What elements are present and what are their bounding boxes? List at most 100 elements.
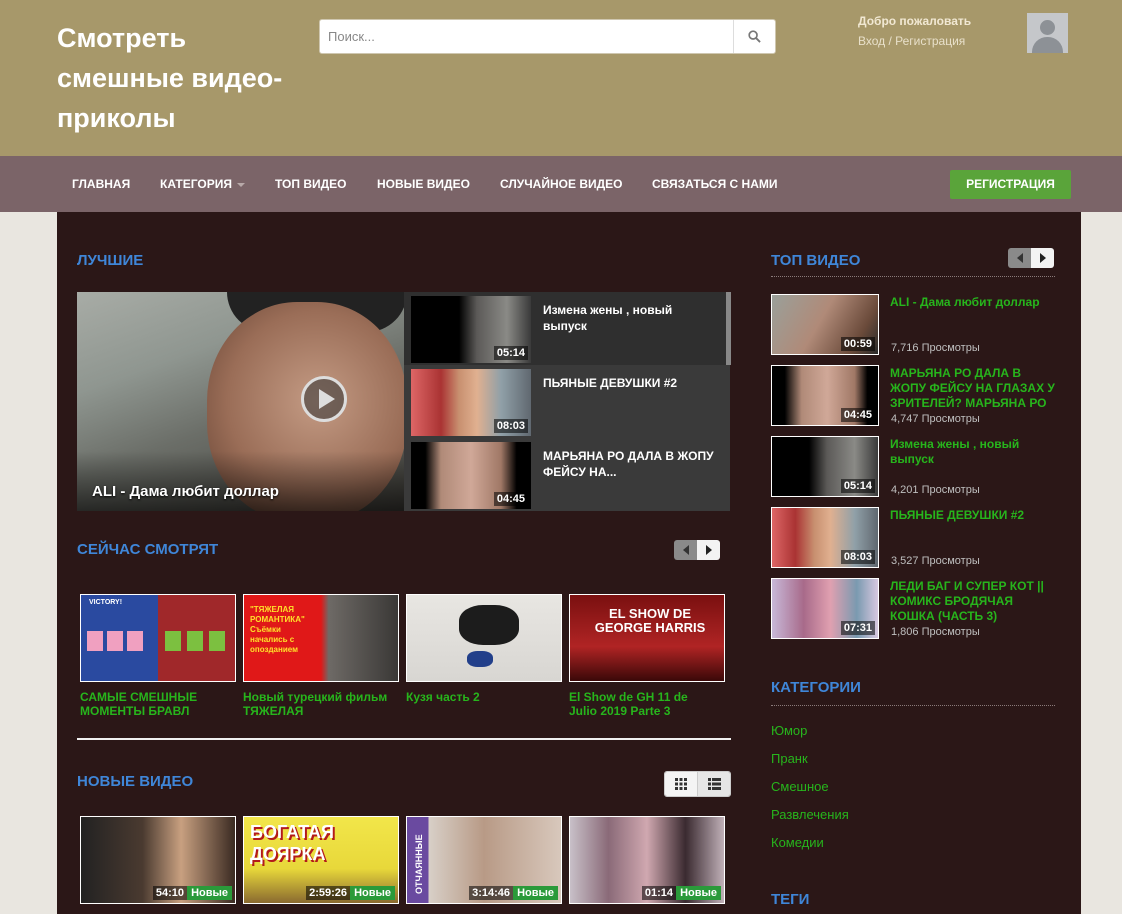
video-thumbnail[interactable]: 04:45 (411, 442, 531, 509)
list-icon (707, 778, 721, 790)
duration-badge: 01:14 (641, 886, 676, 900)
section-title-watching: СЕЙЧАС СМОТРЯТ (77, 541, 219, 558)
duration-badge: 2:59:26 (306, 886, 350, 900)
video-title[interactable]: ПЬЯНЫЕ ДЕВУШКИ #2 (543, 375, 718, 391)
video-title[interactable]: Новый турецкий фильм ТЯЖЕЛАЯ (243, 690, 393, 718)
video-title[interactable]: МАРЬЯНА РО ДАЛА В ЖОПУ ФЕЙСУ НА... (543, 448, 718, 480)
duration-badge: 07:31 (840, 621, 875, 635)
search-input[interactable] (320, 20, 733, 53)
arrow-right-icon (705, 545, 712, 555)
category-link[interactable]: Пранк (771, 751, 808, 766)
grid-view-button[interactable] (665, 772, 697, 796)
video-thumbnail[interactable]: 54:10 Новые (80, 816, 236, 904)
video-thumbnail[interactable]: ОТЧАЯННЫЕ 3:14:46 Новые (406, 816, 562, 904)
search-button[interactable] (733, 20, 775, 53)
nav-item-category[interactable]: КАТЕГОРИЯ (160, 177, 245, 191)
site-title[interactable]: Смотреть смешные видео-приколы (57, 18, 307, 138)
section-title-new-videos: НОВЫЕ ВИДЕО (77, 773, 194, 790)
video-thumbnail[interactable]: 04:45 (771, 365, 879, 426)
nav-item-random-video[interactable]: СЛУЧАЙНОЕ ВИДЕО (500, 177, 623, 191)
video-title[interactable]: САМЫЕ СМЕШНЫЕ МОМЕНТЫ БРАВЛ (80, 690, 230, 718)
nav-item-home[interactable]: ГЛАВНАЯ (72, 177, 130, 191)
video-thumbnail[interactable]: 05:14 (411, 296, 531, 363)
video-thumbnail[interactable]: "ТЯЖЕЛАЯ РОМАНТИКА" Съёмки начались с оп… (243, 594, 399, 682)
grid-icon (675, 778, 687, 790)
featured-video[interactable]: ALI - Дама любит доллар (77, 292, 404, 511)
duration-badge: 08:03 (840, 550, 875, 564)
video-thumbnail[interactable]: 01:14 Новые (569, 816, 725, 904)
video-title[interactable]: ЛЕДИ БАГ И СУПЕР КОТ || КОМИКС БРОДЯЧАЯ … (890, 579, 1058, 624)
next-button[interactable] (697, 540, 720, 560)
duration-badge: 08:03 (493, 419, 528, 433)
category-link[interactable]: Развлечения (771, 807, 849, 822)
video-title[interactable]: Измена жены , новый выпуск (543, 302, 718, 334)
search-icon (748, 30, 761, 43)
nav-item-contact[interactable]: СВЯЗАТЬСЯ С НАМИ (652, 177, 777, 191)
video-title[interactable]: Кузя часть 2 (406, 690, 556, 704)
video-title[interactable]: ПЬЯНЫЕ ДЕВУШКИ #2 (890, 508, 1058, 523)
video-title[interactable]: Измена жены , новый выпуск (890, 437, 1058, 467)
register-button[interactable]: РЕГИСТРАЦИЯ (950, 170, 1071, 199)
duration-badge: 04:45 (840, 408, 875, 422)
video-thumbnail[interactable]: VICTORY! (80, 594, 236, 682)
thumbnail-overlay-text: VICTORY! (89, 599, 123, 606)
view-count: 4,201 Просмотры (891, 484, 980, 496)
view-toggle (664, 771, 731, 797)
site-header: Смотреть смешные видео-приколы Добро пож… (0, 0, 1122, 156)
new-badge: Новые (350, 886, 395, 900)
divider (771, 276, 1055, 277)
video-thumbnail[interactable]: 07:31 (771, 578, 879, 639)
nav-item-new-videos[interactable]: НОВЫЕ ВИДЕО (377, 177, 470, 191)
view-count: 7,716 Просмотры (891, 342, 980, 354)
video-title[interactable]: ALI - Дама любит доллар (890, 295, 1058, 310)
view-count: 4,747 Просмотры (891, 413, 980, 425)
sidebar-title-tags: ТЕГИ (771, 891, 810, 908)
list-item[interactable]: 04:45 МАРЬЯНА РО ДАЛА В ЖОПУ ФЕЙСУ НА... (404, 438, 726, 511)
arrow-left-icon (1016, 253, 1023, 263)
thumbnail-overlay-text: ОТЧАЯННЫЕ (414, 834, 424, 894)
video-thumbnail[interactable]: 08:03 (771, 507, 879, 568)
play-icon[interactable] (301, 376, 347, 422)
nav-item-top-videos[interactable]: ТОП ВИДЕО (275, 177, 347, 191)
duration-badge: 05:14 (493, 346, 528, 360)
arrow-left-icon (682, 545, 689, 555)
category-link[interactable]: Смешное (771, 779, 829, 794)
thumbnail-overlay-text: "ТЯЖЕЛАЯ РОМАНТИКА" Съёмки начались с оп… (250, 605, 305, 654)
video-title[interactable]: МАРЬЯНА РО ДАЛА В ЖОПУ ФЕЙСУ НА ГЛАЗАХ У… (890, 366, 1058, 411)
scrollbar[interactable] (726, 292, 731, 365)
duration-badge: 04:45 (493, 492, 528, 506)
sidebar-title-categories: КАТЕГОРИИ (771, 679, 861, 696)
next-button[interactable] (1031, 248, 1054, 268)
video-thumbnail[interactable]: 08:03 (411, 369, 531, 436)
duration-badge: 00:59 (840, 337, 875, 351)
video-title[interactable]: El Show de GH 11 de Julio 2019 Parte 3 (569, 690, 719, 718)
prev-button[interactable] (674, 540, 697, 560)
new-badge: Новые (513, 886, 558, 900)
section-divider (77, 738, 731, 740)
video-thumbnail[interactable]: 00:59 (771, 294, 879, 355)
chevron-down-icon (236, 182, 245, 187)
sidebar-carousel-arrows (1008, 248, 1054, 268)
prev-button[interactable] (1008, 248, 1031, 268)
avatar[interactable] (1027, 13, 1068, 53)
list-view-button[interactable] (697, 772, 730, 796)
new-badge: Новые (187, 886, 232, 900)
login-register-link[interactable]: Вход / Регистрация (858, 34, 965, 48)
section-title-best: ЛУЧШИЕ (77, 252, 144, 269)
video-thumbnail[interactable]: БОГАТАЯ ДОЯРКА 2:59:26 Новые (243, 816, 399, 904)
new-badge: Новые (676, 886, 721, 900)
user-icon (1040, 20, 1055, 35)
duration-badge: 05:14 (840, 479, 875, 493)
search-box (319, 19, 776, 54)
view-count: 1,806 Просмотры (891, 626, 980, 638)
video-thumbnail[interactable]: 05:14 (771, 436, 879, 497)
list-item[interactable]: 05:14 Измена жены , новый выпуск (404, 292, 726, 365)
sidebar-title-top-videos: ТОП ВИДЕО (771, 252, 861, 269)
duration-badge: 3:14:46 (469, 886, 513, 900)
featured-video-title[interactable]: ALI - Дама любит доллар (92, 483, 279, 500)
category-link[interactable]: Комедии (771, 835, 824, 850)
list-item[interactable]: 08:03 ПЬЯНЫЕ ДЕВУШКИ #2 (404, 365, 726, 438)
video-thumbnail[interactable] (406, 594, 562, 682)
category-link[interactable]: Юмор (771, 723, 807, 738)
video-thumbnail[interactable]: EL SHOW DE GEORGE HARRIS (569, 594, 725, 682)
